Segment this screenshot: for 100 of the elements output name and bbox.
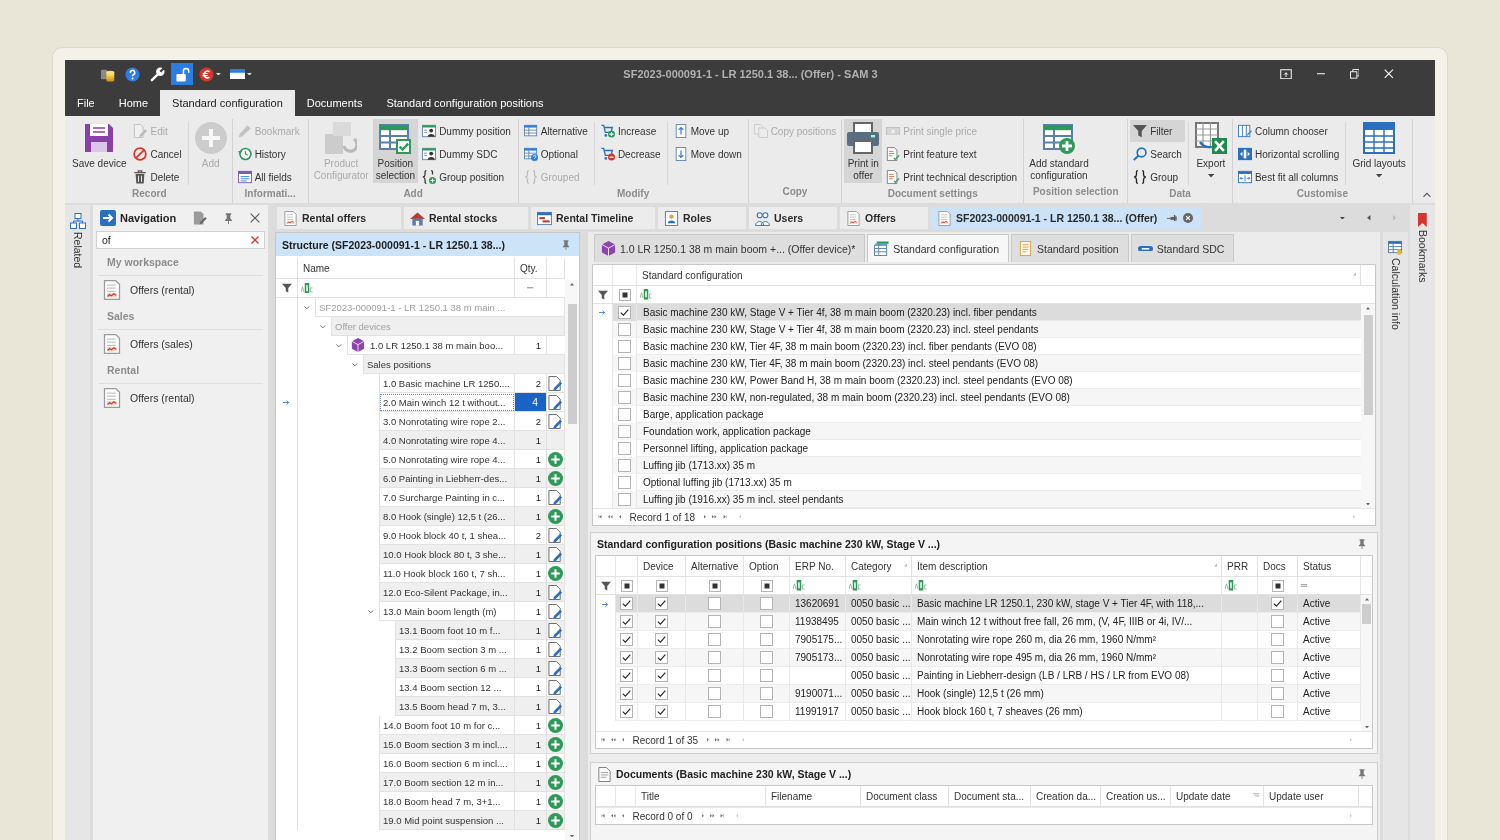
previous-page-icon[interactable] — [611, 738, 616, 742]
first-record-icon[interactable] — [598, 515, 602, 519]
ribbon-button[interactable]: Add standard configuration — [1026, 119, 1092, 183]
checkbox[interactable] — [620, 597, 633, 610]
column-header[interactable]: Update date — [1171, 786, 1264, 806]
ribbon-button[interactable]: Print technical description — [883, 166, 1021, 188]
checkbox[interactable] — [655, 687, 668, 700]
last-record-icon[interactable] — [725, 738, 730, 742]
collapse-icon[interactable] — [1423, 191, 1431, 197]
pin-icon[interactable] — [1357, 769, 1367, 779]
scroll-down-icon[interactable] — [1364, 725, 1369, 728]
menu-tab[interactable]: Documents — [294, 90, 375, 116]
ribbon-button[interactable]: Column chooser — [1234, 120, 1343, 142]
vertical-scrollbar[interactable] — [1361, 304, 1375, 508]
next-page-icon[interactable] — [712, 515, 717, 519]
checkbox[interactable] — [620, 687, 633, 700]
caret-icon[interactable] — [1340, 216, 1346, 220]
scroll-up-icon[interactable] — [1366, 307, 1370, 310]
checkbox[interactable] — [708, 705, 721, 718]
checkbox[interactable] — [760, 687, 773, 700]
checkbox[interactable] — [618, 425, 631, 438]
column-header[interactable]: Creation da... — [1031, 786, 1101, 806]
filter-icon[interactable] — [600, 580, 611, 591]
scrollbar-thumb[interactable] — [1362, 603, 1371, 624]
column-header[interactable]: Name — [298, 258, 515, 278]
table-row[interactable]: 11938495 0050 basic ... Main winch 12 t without free fall, 26 mm, (V, 4F, IIIB or 4i, IV/... Active — [596, 613, 1361, 631]
tab[interactable]: Standard configuration — [867, 234, 1009, 262]
pin-icon[interactable] — [1357, 539, 1367, 549]
checkbox[interactable] — [760, 651, 773, 664]
filter-field[interactable] — [846, 577, 912, 594]
restore-icon[interactable] — [1349, 69, 1360, 79]
ribbon-button[interactable]: Alternative — [520, 120, 591, 142]
column-header[interactable]: Option — [744, 556, 790, 576]
checkbox[interactable] — [618, 357, 631, 370]
search-field[interactable]: of — [96, 231, 265, 249]
table-row[interactable]: 7905173... 0050 basic ... Nonrotating wire rope 495 m, dia 26 mm, 1960 N/mm² Active — [596, 649, 1361, 667]
ribbon-button[interactable]: Decrease — [597, 143, 664, 165]
pin-icon[interactable] — [223, 212, 234, 224]
ribbon-button[interactable]: Optional — [520, 143, 591, 165]
checkbox[interactable] — [620, 615, 633, 628]
checkbox[interactable] — [1271, 651, 1284, 664]
menu-tab[interactable]: Standard configuration positions — [374, 90, 556, 116]
column-header[interactable]: Document sta... — [949, 786, 1031, 806]
menu-tab[interactable]: File — [65, 90, 107, 116]
column-header[interactable]: Category — [846, 556, 912, 576]
checkbox[interactable] — [620, 633, 633, 646]
table-row[interactable]: 9190071... 0050 basic ... Hook (single) 12,5 t (26 mm) Active — [596, 685, 1361, 703]
document-tab[interactable]: Users — [749, 207, 837, 229]
checkbox[interactable] — [760, 633, 773, 646]
checkbox[interactable] — [618, 493, 631, 506]
document-tab[interactable]: Rental offers — [277, 207, 401, 229]
close-circle-icon[interactable] — [1183, 213, 1193, 223]
document-tab[interactable]: Offers — [840, 207, 928, 229]
checkbox[interactable] — [708, 633, 721, 646]
checkbox[interactable] — [618, 306, 631, 319]
filter-field[interactable] — [1222, 577, 1258, 594]
filter-checkbox[interactable] — [655, 579, 668, 592]
checkbox[interactable] — [1271, 597, 1284, 610]
navigation-item[interactable]: Offers (rental) — [96, 384, 265, 411]
filter-checkbox[interactable] — [760, 579, 773, 592]
pin-icon[interactable] — [1167, 214, 1177, 222]
tab[interactable]: Standard SDC — [1130, 234, 1235, 262]
checkbox[interactable] — [620, 705, 633, 718]
document-tab[interactable]: Rental Timeline — [531, 207, 655, 229]
previous-page-icon[interactable] — [608, 515, 613, 519]
edit-icon[interactable] — [193, 211, 207, 225]
next-page-icon[interactable] — [709, 814, 715, 818]
ribbon-button[interactable]: Dummy SDC — [419, 143, 514, 165]
checkbox[interactable] — [1271, 633, 1284, 646]
filter-checkbox[interactable] — [708, 579, 721, 592]
column-header[interactable]: Update user — [1264, 786, 1359, 806]
checkbox[interactable] — [618, 476, 631, 489]
ribbon-button[interactable]: Move up — [670, 120, 745, 142]
clear-icon[interactable] — [251, 236, 259, 244]
side-panel-tab[interactable]: Calculation info — [1383, 232, 1408, 840]
ribbon-button[interactable]: Group position — [419, 166, 514, 188]
checkbox[interactable] — [760, 615, 773, 628]
navigation-item[interactable]: Offers (sales) — [96, 330, 265, 357]
filter-field[interactable] — [912, 577, 1222, 594]
previous-record-icon[interactable] — [621, 814, 624, 818]
ribbon-button[interactable]: All fields — [234, 166, 303, 188]
side-panel-tab[interactable]: Bookmarks — [1410, 205, 1435, 840]
scrollbar-thumb[interactable] — [1363, 314, 1373, 415]
ribbon-button[interactable]: Print in offer — [844, 119, 883, 183]
next-record-icon[interactable] — [704, 515, 707, 519]
scroll-up-icon[interactable] — [1364, 598, 1369, 601]
side-panel-tab[interactable]: Related — [65, 205, 90, 840]
checkbox[interactable] — [708, 615, 721, 628]
ribbon-button[interactable]: Group — [1130, 166, 1185, 188]
tab[interactable]: Standard position — [1010, 234, 1129, 262]
document-tab[interactable]: Roles — [658, 207, 746, 229]
filter-field[interactable] — [298, 279, 515, 297]
scrollbar-thumb[interactable] — [567, 303, 577, 424]
column-header[interactable]: Alternative — [686, 556, 744, 576]
ribbon-button[interactable]: Dummy position — [419, 120, 514, 142]
next-record-icon[interactable] — [707, 738, 710, 742]
filter-checkbox[interactable] — [620, 579, 633, 592]
ribbon-button[interactable]: Position selection — [372, 119, 419, 183]
ribbon-button[interactable]: Print feature text — [883, 143, 1021, 165]
column-header[interactable]: Qty. — [515, 258, 547, 278]
